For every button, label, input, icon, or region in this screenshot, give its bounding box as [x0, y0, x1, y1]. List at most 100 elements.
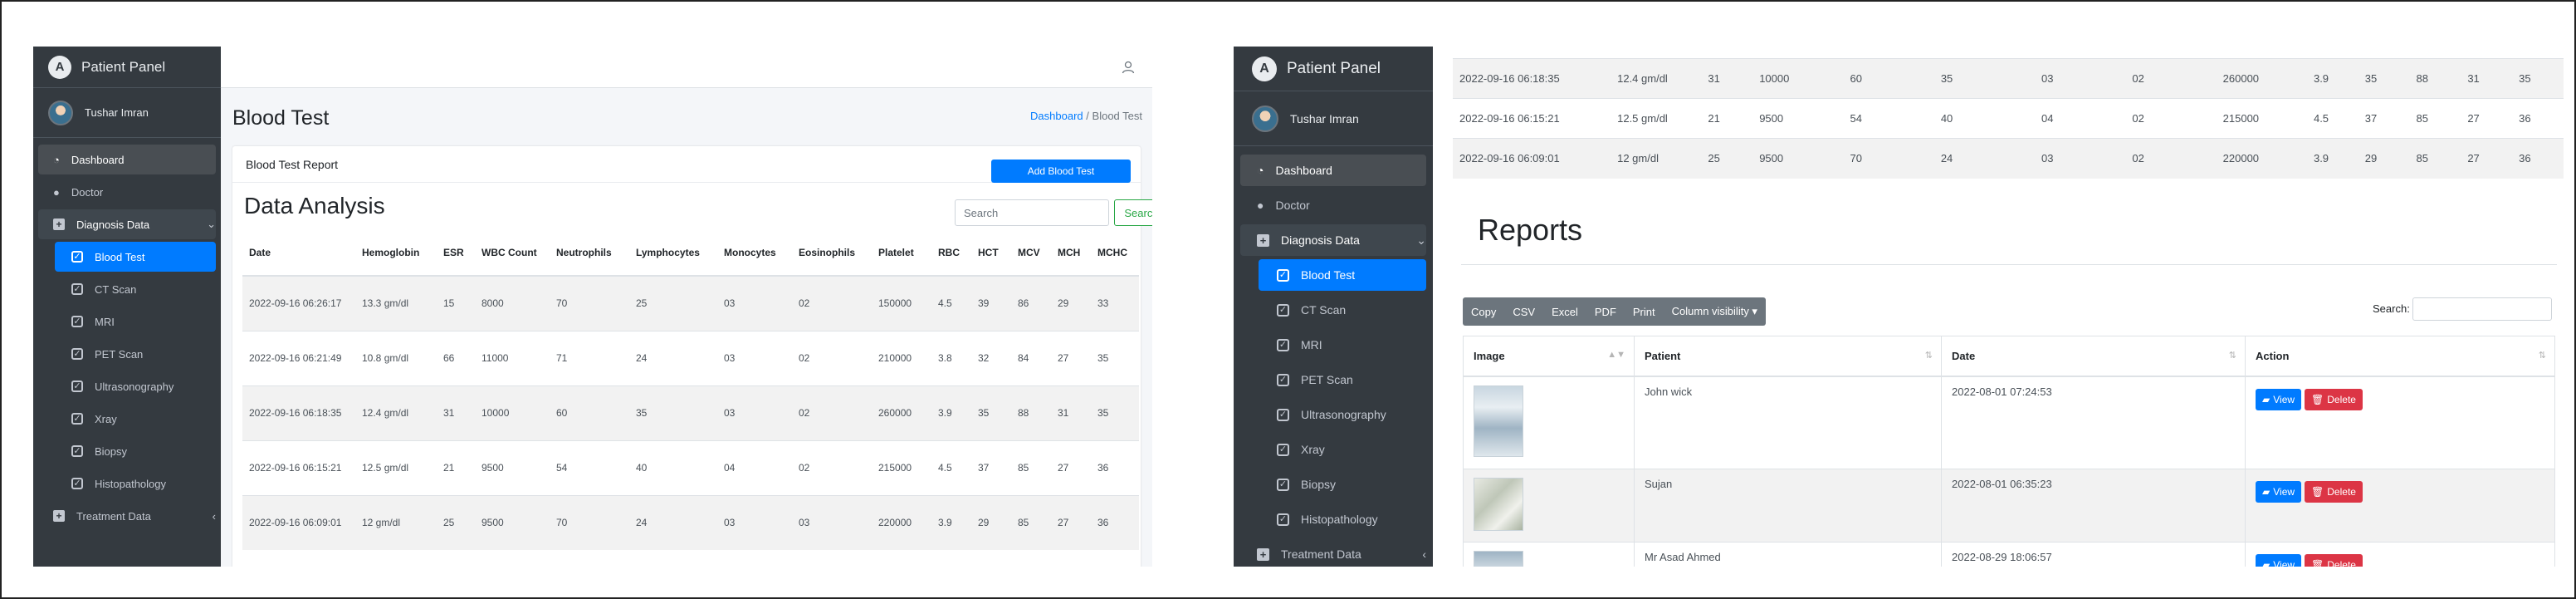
csv-button[interactable]: CSV — [1504, 297, 1543, 326]
chevron-left-icon: ‹ — [1422, 547, 1426, 561]
column-header: Platelet — [872, 229, 931, 277]
sidebar-item-pet-scan[interactable]: ✓ PET Scan — [55, 339, 216, 369]
user-panel[interactable]: Tushar Imran — [33, 88, 221, 138]
table-cell: 02 — [792, 385, 872, 440]
sidebar-item-doctor[interactable]: ● Doctor — [1240, 189, 1426, 221]
sidebar-item-ultrasonography[interactable]: ✓ Ultrasonography — [55, 371, 216, 401]
search-label: Search: — [2373, 302, 2410, 315]
user-icon: ● — [53, 185, 60, 199]
sidebar-item-label: Xray — [1301, 443, 1325, 456]
brand[interactable]: A Patient Panel — [1234, 47, 1433, 91]
sidebar-item-dashboard[interactable]: ◔ Dashboard — [38, 145, 216, 174]
column-header-label: Image — [1474, 349, 1505, 362]
column-header-patient[interactable]: Patient ⇅ — [1634, 336, 1942, 377]
brand[interactable]: A Patient Panel — [33, 47, 221, 88]
view-button[interactable]: ▰ View — [2256, 481, 2302, 503]
sidebar-item-ultrasonography[interactable]: ✓ Ultrasonography — [1259, 399, 1426, 430]
sidebar-item-dashboard[interactable]: ◔ Dashboard — [1240, 155, 1426, 186]
table-cell: 85 — [2409, 138, 2461, 179]
sidebar-item-biopsy[interactable]: ✓ Biopsy — [55, 436, 216, 466]
print-button[interactable]: Print — [1625, 297, 1664, 326]
delete-button[interactable]: 🗑 Delete — [2305, 554, 2363, 567]
table-cell: 85 — [1011, 494, 1051, 550]
right-table-body: 2022-09-16 06:18:35 12.4 gm/dl 31 10000 60 35… — [1453, 58, 2564, 179]
dashboard-icon: ◔ — [53, 153, 60, 166]
table-cell: 35 — [2358, 58, 2410, 99]
search-input[interactable]: Search — [955, 199, 1109, 226]
breadcrumb-link-dashboard[interactable]: Dashboard — [1030, 110, 1083, 122]
checkbox-icon: ✓ — [1277, 443, 1289, 456]
right-sidebar: A Patient Panel Tushar Imran ◔ Dashboard… — [1234, 47, 1433, 567]
pdf-button[interactable]: PDF — [1586, 297, 1625, 326]
sidebar-item-label: Diagnosis Data — [76, 218, 150, 231]
sidebar-item-ct-scan[interactable]: ✓ CT Scan — [1259, 294, 1426, 326]
sidebar-item-pet-scan[interactable]: ✓ PET Scan — [1259, 364, 1426, 395]
sidebar-item-blood-test[interactable]: ✓ Blood Test — [1259, 259, 1426, 291]
table-cell: 2022-09-16 06:09:01 — [242, 494, 355, 550]
table-header-row: Date Hemoglobin ESR WBC Count Neutrophil… — [242, 229, 1139, 277]
table-cell: 35 — [1933, 58, 2036, 99]
plus-square-icon: + — [53, 218, 65, 230]
view-label: View — [2273, 559, 2295, 567]
date-cell: 2022-08-29 18:06:57 — [1941, 542, 2246, 567]
copy-button[interactable]: Copy — [1463, 297, 1504, 326]
table-cell: 10.8 gm/dl — [355, 330, 437, 385]
sidebar-item-mri[interactable]: ✓ MRI — [1259, 329, 1426, 361]
sidebar-item-diagnosis-data[interactable]: + Diagnosis Data ⌄ — [38, 209, 216, 239]
view-button[interactable]: ▰ View — [2256, 554, 2302, 567]
table-cell: 27 — [2461, 138, 2513, 179]
trash-icon: 🗑 — [2311, 559, 2324, 567]
table-cell: 40 — [1933, 98, 2036, 139]
table-cell: 54 — [550, 439, 629, 495]
delete-button[interactable]: 🗑 Delete — [2305, 481, 2363, 503]
sidebar-item-diagnosis-data[interactable]: + Diagnosis Data ⌄ — [1240, 224, 1426, 256]
report-thumbnail[interactable] — [1474, 478, 1523, 531]
search-button[interactable]: Search — [1114, 199, 1152, 226]
view-label: View — [2273, 486, 2295, 498]
table-cell: 220000 — [2216, 138, 2307, 179]
table-cell: 03 — [2035, 58, 2126, 99]
breadcrumb-separator: / — [1086, 110, 1089, 122]
table-cell: 85 — [1011, 439, 1051, 495]
user-icon[interactable] — [1121, 60, 1136, 75]
sidebar-item-biopsy[interactable]: ✓ Biopsy — [1259, 469, 1426, 500]
column-header: HCT — [971, 229, 1011, 277]
table-cell: 2022-09-16 06:26:17 — [242, 275, 355, 331]
sidebar-item-mri[interactable]: ✓ MRI — [55, 307, 216, 336]
report-thumbnail[interactable] — [1474, 385, 1523, 457]
user-panel[interactable]: Tushar Imran — [1234, 91, 1433, 146]
report-thumbnail[interactable] — [1474, 551, 1523, 567]
sidebar-item-ct-scan[interactable]: ✓ CT Scan — [55, 274, 216, 304]
excel-button[interactable]: Excel — [1543, 297, 1586, 326]
blood-test-table: Date Hemoglobin ESR WBC Count Neutrophil… — [242, 229, 1139, 550]
sidebar-item-xray[interactable]: ✓ Xray — [1259, 434, 1426, 465]
sidebar-item-label: Diagnosis Data — [1281, 233, 1360, 247]
column-header-image[interactable]: Image ▲▼ — [1463, 336, 1635, 377]
plus-square-icon: + — [53, 510, 65, 522]
sort-icon: ⇅ — [2538, 350, 2546, 361]
table-cell: 2022-09-16 06:18:35 — [1453, 58, 1611, 99]
sidebar-item-label: Ultrasonography — [95, 380, 174, 393]
table-cell: 210000 — [872, 330, 931, 385]
sidebar-item-blood-test[interactable]: ✓ Blood Test — [55, 242, 216, 272]
sidebar-item-treatment-data[interactable]: + Treatment Data ‹ — [38, 501, 216, 531]
table-cell: 220000 — [872, 494, 931, 550]
table-row: 2022-09-16 06:15:21 12.5 gm/dl 21 9500 54 40 0… — [242, 439, 1139, 495]
column-visibility-button[interactable]: Column visibility ▾ — [1664, 297, 1766, 326]
column-header-date[interactable]: Date ⇅ — [1941, 336, 2246, 377]
sidebar-item-treatment-data[interactable]: + Treatment Data ‹ — [1240, 538, 1426, 567]
sidebar-item-histopathology[interactable]: ✓ Histopathology — [1259, 503, 1426, 535]
add-blood-test-button[interactable]: Add Blood Test — [991, 160, 1131, 183]
search-input[interactable] — [2412, 297, 2552, 321]
table-cell: 8000 — [475, 275, 550, 331]
sidebar-item-histopathology[interactable]: ✓ Histopathology — [55, 469, 216, 498]
table-cell: 2022-09-16 06:15:21 — [1453, 98, 1611, 139]
image-cell — [1463, 542, 1635, 567]
table-row: 2022-09-16 06:26:17 13.3 gm/dl 15 8000 70 25 0… — [242, 275, 1139, 331]
sidebar-item-doctor[interactable]: ● Doctor — [38, 177, 216, 207]
column-header-action[interactable]: Action ⇅ — [2245, 336, 2555, 377]
sidebar-item-xray[interactable]: ✓ Xray — [55, 404, 216, 434]
delete-button[interactable]: 🗑 Delete — [2305, 388, 2363, 410]
view-button[interactable]: ▰ View — [2256, 388, 2302, 410]
table-row: John wick 2022-08-01 07:24:53 ▰ View 🗑 Del… — [1463, 376, 2555, 469]
